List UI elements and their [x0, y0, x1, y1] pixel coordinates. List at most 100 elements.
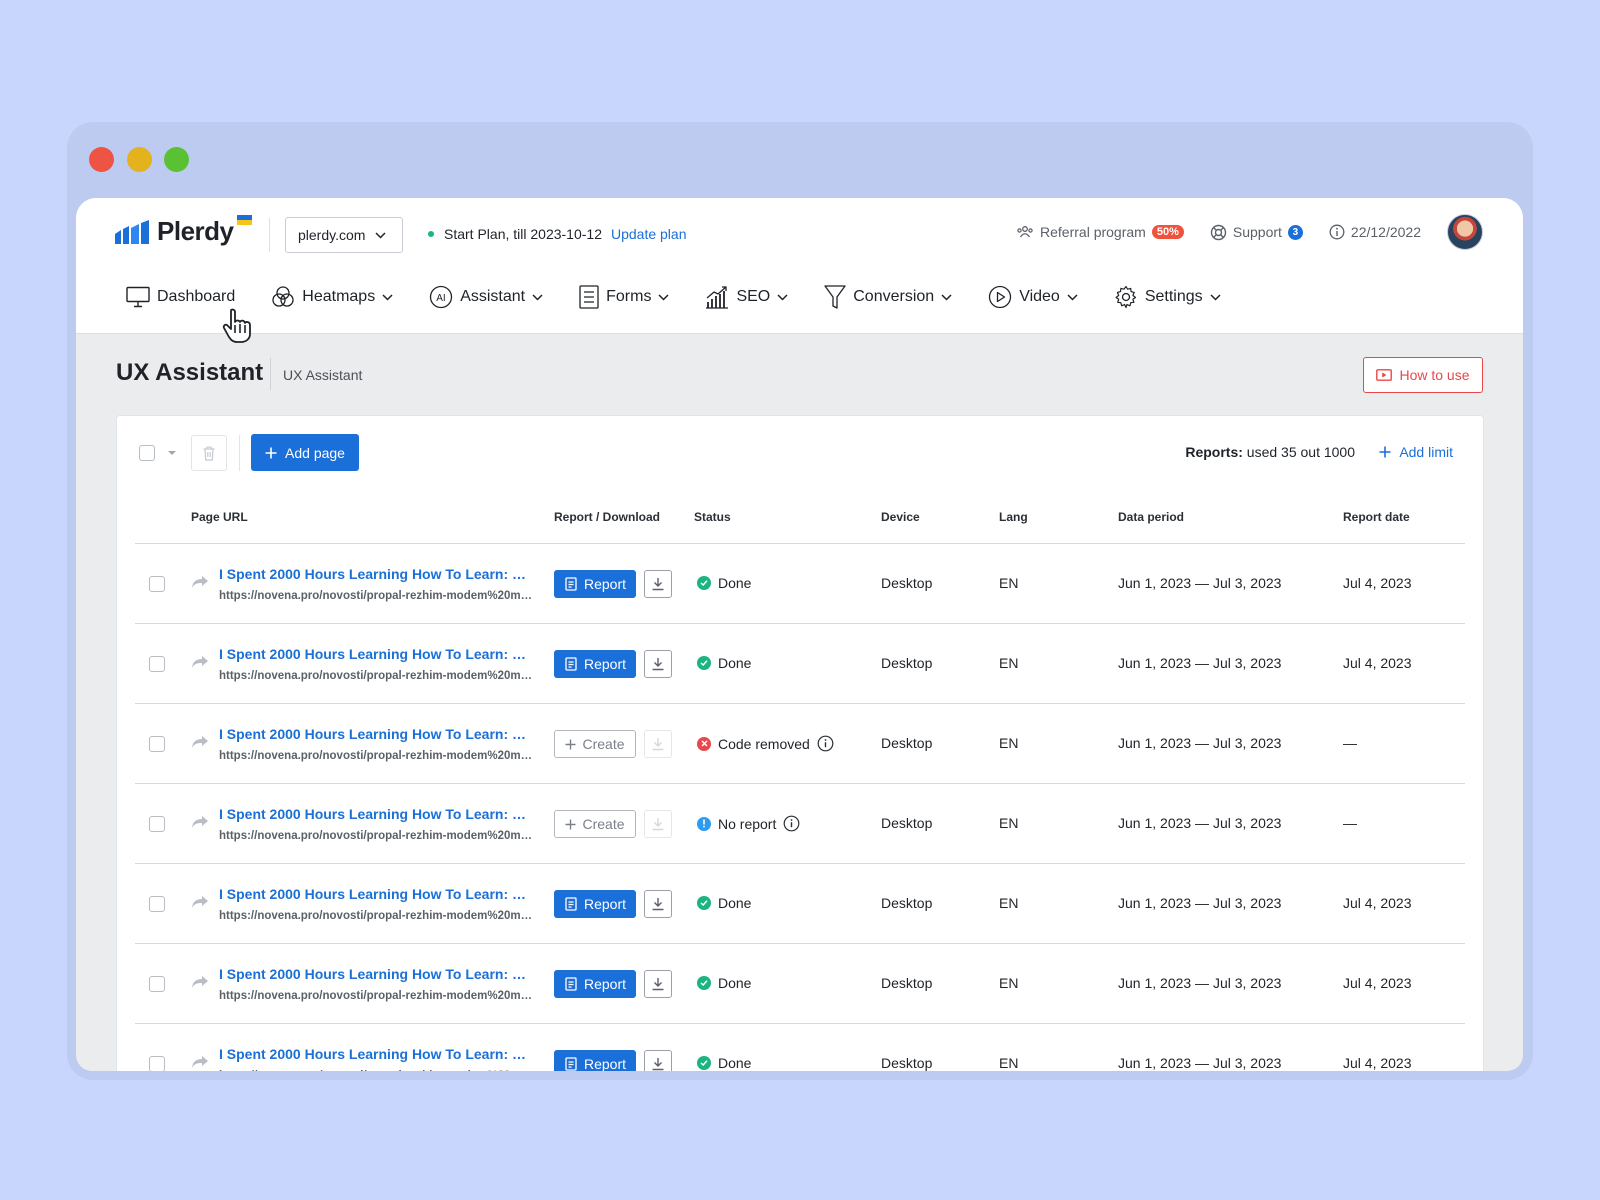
document-icon: [565, 577, 577, 591]
browser-window: Plerdy plerdy.com Start Plan, till 2023-…: [67, 122, 1533, 1080]
people-icon: [1017, 226, 1033, 238]
page-title-link[interactable]: I Spent 2000 Hours Learning How To Learn…: [219, 566, 534, 582]
close-window-dot[interactable]: [89, 147, 114, 172]
document-icon: [565, 897, 577, 911]
download-button[interactable]: [644, 970, 672, 998]
row-checkbox[interactable]: [149, 896, 165, 912]
plan-info: Start Plan, till 2023-10-12 Update plan: [428, 226, 687, 242]
page-title-link[interactable]: I Spent 2000 Hours Learning How To Learn…: [219, 806, 534, 822]
how-to-use-button[interactable]: How to use: [1363, 357, 1483, 393]
share-arrow-icon[interactable]: [191, 895, 209, 909]
plan-status-dot: [428, 231, 434, 237]
lang-cell: EN: [999, 815, 1019, 831]
download-button[interactable]: [644, 650, 672, 678]
trash-icon: [203, 446, 215, 461]
device-cell: Desktop: [881, 815, 933, 831]
domain-value: plerdy.com: [298, 227, 366, 243]
report-button[interactable]: Report: [554, 890, 636, 918]
device-cell: Desktop: [881, 655, 933, 671]
nav-seo[interactable]: SEO: [705, 285, 788, 309]
status: Done: [697, 575, 751, 591]
nav-assistant[interactable]: AI Assistant: [429, 285, 543, 309]
report-button[interactable]: Report: [554, 1050, 636, 1071]
status: Done: [697, 1055, 751, 1071]
page-title-link[interactable]: I Spent 2000 Hours Learning How To Learn…: [219, 966, 534, 982]
support-link[interactable]: Support 3: [1210, 224, 1303, 241]
nav-video[interactable]: Video: [988, 285, 1078, 309]
update-plan-link[interactable]: Update plan: [611, 226, 687, 242]
device-cell: Desktop: [881, 975, 933, 991]
delete-button[interactable]: [191, 435, 227, 471]
page-url: https://novena.pro/novosti/propal-rezhim…: [219, 750, 534, 762]
share-arrow-icon[interactable]: [191, 575, 209, 589]
info-icon[interactable]: [783, 815, 800, 832]
minimize-window-dot[interactable]: [127, 147, 152, 172]
report-date-cell: Jul 4, 2023: [1343, 895, 1412, 911]
maximize-window-dot[interactable]: [164, 147, 189, 172]
download-button[interactable]: [644, 1050, 672, 1071]
download-button[interactable]: [644, 810, 672, 838]
select-all-checkbox[interactable]: [139, 445, 155, 461]
column-header-data-period: Data period: [1118, 510, 1185, 524]
row-checkbox[interactable]: [149, 576, 165, 592]
download-button[interactable]: [644, 730, 672, 758]
add-limit-link[interactable]: Add limit: [1379, 444, 1453, 460]
row-checkbox[interactable]: [149, 1056, 165, 1071]
page-title-link[interactable]: I Spent 2000 Hours Learning How To Learn…: [219, 886, 534, 902]
hand-cursor-icon: [222, 308, 251, 343]
nav-dashboard[interactable]: Dashboard: [126, 286, 235, 308]
download-button[interactable]: [644, 570, 672, 598]
nav-settings[interactable]: Settings: [1114, 285, 1221, 309]
nav-heatmaps[interactable]: Heatmaps: [271, 285, 393, 309]
divider: [270, 358, 271, 390]
add-page-button[interactable]: Add page: [251, 434, 359, 471]
nav-forms[interactable]: Forms: [579, 285, 669, 309]
lang-cell: EN: [999, 735, 1019, 751]
row-checkbox[interactable]: [149, 976, 165, 992]
info-icon[interactable]: [817, 735, 834, 752]
reports-label: Reports:: [1185, 444, 1243, 460]
nav-label: Settings: [1144, 288, 1203, 305]
row-checkbox[interactable]: [149, 736, 165, 752]
report-button[interactable]: Report: [554, 570, 636, 598]
table-row: I Spent 2000 Hours Learning How To Learn…: [135, 944, 1465, 1024]
row-checkbox[interactable]: [149, 816, 165, 832]
user-avatar[interactable]: [1447, 214, 1483, 250]
report-button[interactable]: Report: [554, 970, 636, 998]
nav-conversion[interactable]: Conversion: [824, 285, 952, 309]
seo-chart-icon: [706, 286, 729, 309]
page-title-link[interactable]: I Spent 2000 Hours Learning How To Learn…: [219, 1046, 534, 1062]
error-circle-icon: [697, 736, 711, 751]
table-toolbar: Add page Reports: used 35 out 1000 Add l…: [139, 434, 1453, 472]
share-arrow-icon[interactable]: [191, 735, 209, 749]
download-button[interactable]: [644, 890, 672, 918]
create-button[interactable]: Create: [554, 810, 636, 838]
device-cell: Desktop: [881, 1055, 933, 1071]
page-title-link[interactable]: I Spent 2000 Hours Learning How To Learn…: [219, 646, 534, 662]
create-button[interactable]: Create: [554, 730, 636, 758]
page-title: UX Assistant: [116, 359, 264, 386]
chevron-down-icon: [382, 293, 393, 301]
share-arrow-icon[interactable]: [191, 815, 209, 829]
share-arrow-icon[interactable]: [191, 975, 209, 989]
breadcrumb: UX Assistant: [283, 367, 363, 383]
caret-down-icon[interactable]: [167, 445, 177, 461]
domain-select[interactable]: plerdy.com: [285, 217, 403, 253]
page-title-link[interactable]: I Spent 2000 Hours Learning How To Learn…: [219, 726, 534, 742]
row-checkbox[interactable]: [149, 656, 165, 672]
download-icon: [652, 898, 664, 911]
column-header-report-date: Report date: [1343, 510, 1410, 524]
data-period-cell: Jun 1, 2023 — Jul 3, 2023: [1118, 975, 1282, 991]
plerdy-logo[interactable]: Plerdy: [115, 215, 252, 247]
app-content: Plerdy plerdy.com Start Plan, till 2023-…: [76, 198, 1523, 1071]
referral-program-link[interactable]: Referral program 50%: [1016, 224, 1184, 240]
share-arrow-icon[interactable]: [191, 1055, 209, 1069]
check-circle-icon: [697, 1056, 711, 1070]
action-label: Report: [583, 1056, 627, 1071]
report-button[interactable]: Report: [554, 650, 636, 678]
status-label: Done: [718, 575, 752, 591]
action-label: Create: [582, 816, 625, 832]
action-label: Report: [583, 896, 627, 912]
share-arrow-icon[interactable]: [191, 655, 209, 669]
lang-cell: EN: [999, 895, 1019, 911]
